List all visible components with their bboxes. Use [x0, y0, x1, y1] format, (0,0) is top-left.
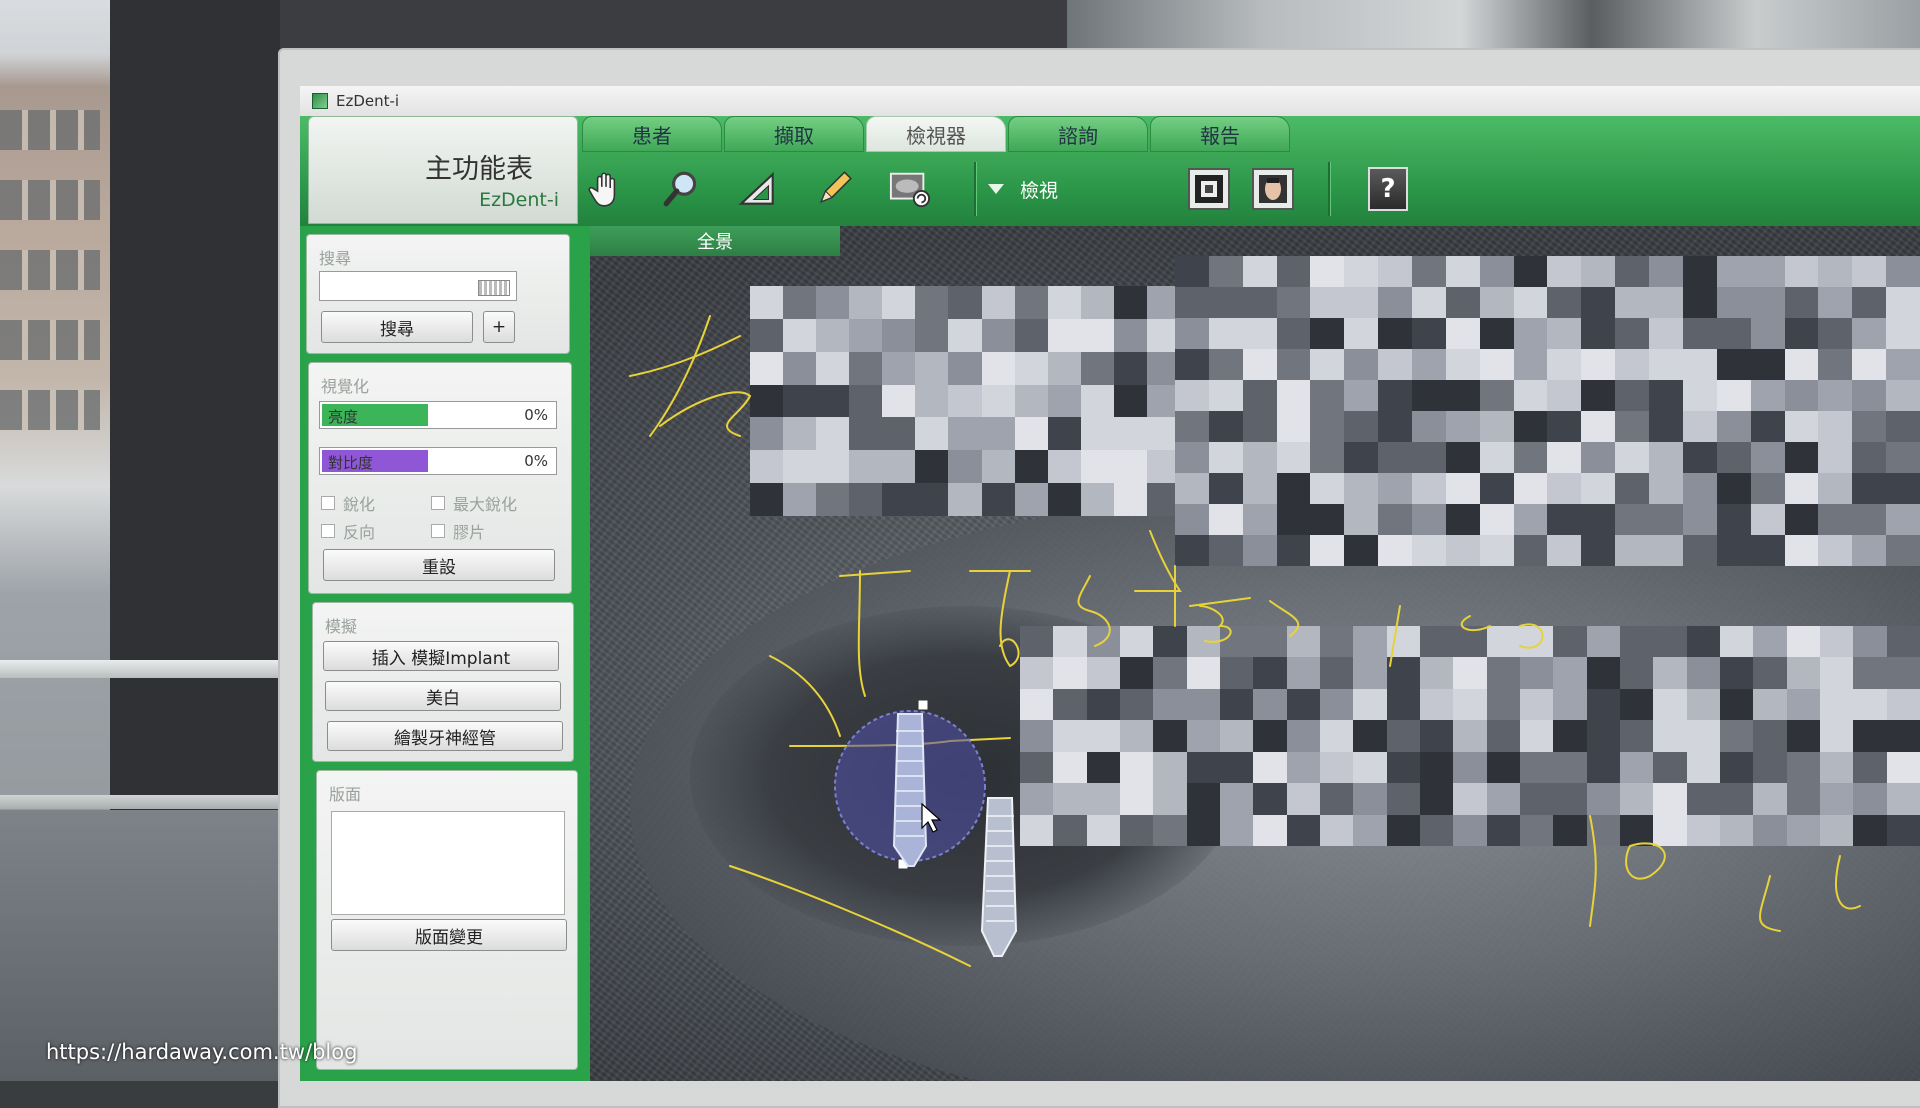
- face-view-button[interactable]: [1252, 168, 1295, 210]
- reset-button[interactable]: 重設: [323, 549, 555, 581]
- contrast-slider[interactable]: 對比度 0%: [319, 447, 557, 475]
- ribbon-header: 主功能表 EzDent-i 患者 擷取 檢視器 諮詢 報告 檢視 ?: [300, 116, 1920, 226]
- left-panel: 搜尋 搜尋 + 視覺化 亮度 0% 對比度 0% 銳化 最大銳化 反向 膠片 重…: [300, 226, 590, 1081]
- view-dropdown-label: 檢視: [1020, 179, 1059, 202]
- measure-tool-button[interactable]: [734, 165, 782, 213]
- simulation-group-title: 模擬: [325, 617, 358, 636]
- ribbon-tabs: 患者 擷取 檢視器 諮詢 報告: [582, 116, 1292, 152]
- tab-consult[interactable]: 諮詢: [1008, 116, 1148, 152]
- max-sharpen-label: 最大銳化: [453, 495, 518, 514]
- implant-2: [980, 797, 1018, 957]
- contrast-label: 對比度: [328, 454, 374, 472]
- film-label: 膠片: [453, 523, 486, 542]
- window-titlebar[interactable]: EzDent-i: [300, 86, 1920, 117]
- hand-tool-button[interactable]: [582, 165, 630, 213]
- monitor-screen: EzDent-i 主功能表 EzDent-i 患者 擷取 檢視器 諮詢 報告 檢…: [300, 86, 1920, 1081]
- insert-implant-button[interactable]: 插入 模擬Implant: [323, 641, 559, 671]
- checkbox-box: [431, 496, 445, 510]
- watermark-text: https://hardaway.com.tw/blog: [46, 1040, 358, 1064]
- window-title: EzDent-i: [336, 92, 400, 110]
- checkbox-box: [321, 524, 335, 538]
- search-button[interactable]: 搜尋: [321, 311, 473, 343]
- building-window: [0, 180, 100, 220]
- layout-change-button[interactable]: 版面變更: [331, 919, 567, 951]
- max-sharpen-checkbox[interactable]: 最大銳化: [431, 491, 517, 515]
- tab-patient[interactable]: 患者: [582, 116, 722, 152]
- visualization-group: 視覺化 亮度 0% 對比度 0% 銳化 最大銳化 反向 膠片 重設: [308, 362, 572, 594]
- main-menu-panel[interactable]: 主功能表 EzDent-i: [308, 116, 578, 224]
- tab-report[interactable]: 報告: [1150, 116, 1290, 152]
- implant-1: [892, 713, 928, 867]
- keyboard-icon[interactable]: [478, 280, 510, 296]
- face-view-icon: [1259, 175, 1288, 203]
- brightness-label: 亮度: [328, 408, 359, 426]
- film-checkbox[interactable]: 膠片: [431, 519, 485, 543]
- visualization-group-title: 視覺化: [321, 377, 370, 396]
- simulation-group: 模擬 插入 模擬Implant 美白 繪製牙神經管: [312, 602, 574, 762]
- checkbox-box: [321, 496, 335, 510]
- zoom-tool-button[interactable]: [658, 165, 706, 213]
- sharpen-checkbox[interactable]: 銳化: [321, 491, 375, 515]
- search-group: 搜尋 搜尋 +: [306, 234, 570, 354]
- invert-label: 反向: [343, 523, 376, 542]
- view-dropdown[interactable]: 檢視: [988, 176, 1058, 203]
- whitening-button[interactable]: 美白: [325, 681, 561, 711]
- add-button[interactable]: +: [483, 311, 515, 343]
- viewer-tab-panorama[interactable]: 全景: [590, 226, 840, 256]
- checkbox-box: [431, 524, 445, 538]
- main-menu-title: 主功能表: [425, 154, 533, 185]
- hand-icon: [588, 172, 616, 207]
- image-viewer[interactable]: 全景: [590, 226, 1920, 1081]
- app-icon: [312, 93, 328, 109]
- layout-preview[interactable]: [331, 811, 565, 915]
- brightness-slider[interactable]: 亮度 0%: [319, 401, 557, 429]
- sharpen-label: 銳化: [343, 495, 376, 514]
- grid-view-button[interactable]: [1188, 168, 1231, 210]
- draw-tool-button[interactable]: [810, 165, 858, 213]
- search-input[interactable]: [319, 271, 517, 301]
- tab-viewer[interactable]: 檢視器: [866, 116, 1006, 152]
- annotation-layer: [629, 315, 1861, 967]
- draw-nerve-canal-button[interactable]: 繪製牙神經管: [327, 721, 563, 751]
- dropdown-arrow-icon: [988, 184, 1004, 194]
- background-rail: [0, 795, 300, 809]
- toolbar-separator: [974, 162, 976, 216]
- triangle-ruler-icon: [738, 171, 774, 205]
- invert-checkbox[interactable]: 反向: [321, 519, 375, 543]
- building-window: [0, 390, 100, 430]
- viewer-toolbar: 檢視 ?: [582, 156, 1920, 222]
- building-window: [0, 320, 100, 360]
- search-group-title: 搜尋: [319, 249, 352, 268]
- background-rail: [0, 660, 300, 678]
- layout-group: 版面 版面變更: [316, 770, 578, 1070]
- brand-subtitle: EzDent-i: [479, 189, 559, 211]
- layout-group-title: 版面: [329, 785, 362, 804]
- image-rotate-icon: [889, 172, 931, 208]
- help-button[interactable]: ?: [1368, 167, 1409, 211]
- tab-capture[interactable]: 擷取: [724, 116, 864, 152]
- toolbar-separator: [1328, 162, 1331, 216]
- building-window: [0, 110, 100, 150]
- pencil-icon: [819, 171, 852, 204]
- contrast-value: 0%: [524, 452, 548, 470]
- building-window: [0, 250, 100, 290]
- brightness-value: 0%: [524, 406, 548, 424]
- magnifier-icon: [663, 171, 697, 207]
- image-process-button[interactable]: [886, 165, 934, 213]
- grid-view-icon: [1195, 175, 1224, 203]
